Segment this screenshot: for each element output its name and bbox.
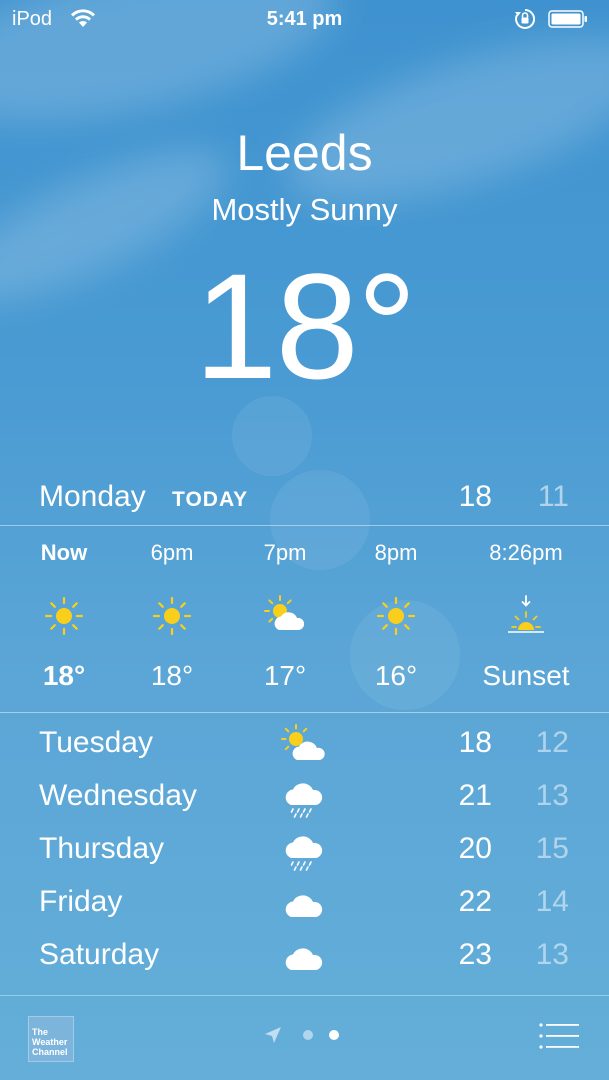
page-dot-active — [328, 1030, 339, 1040]
hourly-item: 7pm 17° — [230, 526, 340, 712]
divider — [0, 712, 609, 713]
day-low-temp: 15 — [535, 832, 569, 865]
hourly-forecast[interactable]: Now 18° 6pm 18° 7pm 17° 8pm 16° 8:26pm S… — [0, 526, 609, 712]
day-name: Wednesday — [39, 779, 197, 812]
bottom-toolbar: The Weather Channel — [0, 996, 609, 1080]
day-high-temp: 22 — [458, 885, 492, 918]
day-name: Saturday — [39, 938, 160, 971]
location-arrow-icon — [265, 1027, 282, 1043]
page-dot — [302, 1030, 313, 1040]
day-high-temp: 20 — [458, 832, 492, 865]
hour-temp: 16° — [374, 660, 418, 691]
sun-icon — [152, 596, 192, 636]
hour-time: 7pm — [263, 540, 307, 565]
sun-icon — [376, 596, 416, 636]
today-label: TODAY — [172, 488, 249, 511]
hourly-item: 8:26pm Sunset — [471, 526, 581, 712]
battery-icon — [548, 10, 587, 28]
day-low-temp: 12 — [535, 726, 569, 759]
cloud-icon — [285, 895, 323, 917]
current-condition: Mostly Sunny — [211, 192, 398, 227]
hour-time: Now — [40, 540, 88, 565]
daily-row: Thursday 20 15 — [0, 824, 609, 877]
day-high-temp: 21 — [458, 779, 492, 812]
today-day-name: Monday — [39, 480, 146, 513]
city-list-icon[interactable] — [539, 1022, 579, 1050]
hour-temp: 18° — [42, 660, 86, 691]
daily-row: Saturday 23 13 — [0, 930, 609, 983]
partly-cloudy-icon — [264, 595, 305, 630]
city-name: Leeds — [236, 125, 373, 181]
hour-time: 8pm — [374, 540, 418, 565]
daily-row: Wednesday 21 13 — [0, 771, 609, 824]
hour-time: 8:26pm — [489, 540, 563, 565]
rain-cloud-icon — [285, 783, 323, 818]
day-low-temp: 13 — [535, 779, 569, 812]
day-low-temp: 14 — [535, 885, 569, 918]
cloud-icon — [285, 948, 323, 970]
hourly-item: Now 18° — [9, 526, 119, 712]
partly-cloudy-icon — [281, 724, 325, 760]
current-temperature: 18° — [194, 242, 417, 410]
today-summary-row: Monday TODAY 18 11 — [0, 474, 609, 524]
day-high-temp: 18 — [458, 726, 492, 759]
hourly-item: 6pm 18° — [117, 526, 227, 712]
sun-icon — [44, 596, 84, 636]
today-high-temp: 18 — [458, 480, 492, 513]
rotation-lock-icon — [515, 8, 536, 29]
page-indicator[interactable] — [0, 1026, 609, 1048]
sunset-icon — [508, 595, 544, 633]
hour-temp: 17° — [263, 660, 307, 691]
day-low-temp: 13 — [535, 938, 569, 971]
day-name: Friday — [39, 885, 123, 918]
hour-temp: Sunset — [482, 660, 570, 691]
rain-cloud-icon — [285, 836, 323, 871]
today-low-temp: 11 — [537, 480, 569, 513]
daily-row: Tuesday 18 12 — [0, 718, 609, 771]
day-name: Thursday — [39, 832, 165, 865]
day-name: Tuesday — [39, 726, 153, 759]
hourly-item: 8pm 16° — [341, 526, 451, 712]
hour-time: 6pm — [150, 540, 194, 565]
hour-temp: 18° — [150, 660, 194, 691]
daily-row: Friday 22 14 — [0, 877, 609, 930]
day-high-temp: 23 — [458, 938, 492, 971]
status-bar: iPod 5:41 pm — [0, 0, 609, 40]
